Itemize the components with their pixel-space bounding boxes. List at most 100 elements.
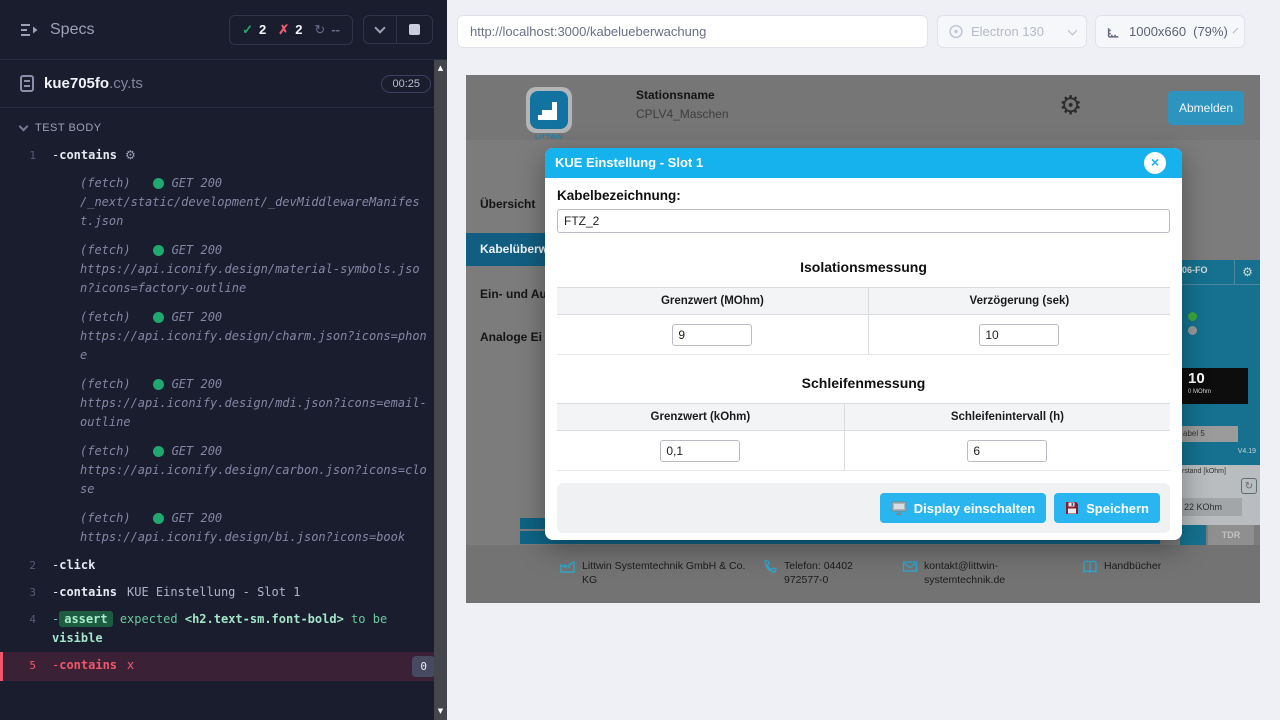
manuals-link[interactable]: Handbücher (1104, 559, 1161, 574)
monitor-icon (891, 501, 907, 515)
save-button[interactable]: Speichern (1054, 493, 1160, 523)
tdr-button[interactable]: TDR (1208, 525, 1254, 545)
loop-interval-cell (844, 431, 1170, 471)
modal-title: KUE Einstellung - Slot 1 (545, 148, 1182, 178)
phone-number: Telefon: 04402 972577-0 (784, 559, 892, 587)
footer-phone: Telefon: 04402 972577-0 (762, 559, 892, 587)
iso-limit-input[interactable] (672, 324, 752, 346)
slot-button-fragment[interactable] (1180, 525, 1206, 545)
close-button[interactable]: × (1144, 152, 1166, 174)
logout-button[interactable]: Abmelden (1168, 91, 1244, 125)
footer-company: Littwin Systemtechnik GmbH & Co. KG (560, 559, 750, 587)
command-name: click (59, 558, 95, 572)
assert-message: expected (120, 612, 178, 626)
phone-icon (762, 559, 778, 574)
specs-label[interactable]: Specs (50, 21, 94, 39)
spec-file-row[interactable]: kue705fo.cy.ts 00:25 (0, 60, 447, 108)
test-body-label: TEST BODY (35, 122, 102, 134)
fetch-status: GET 200 (172, 174, 223, 193)
command-row[interactable]: 3 -containsKUE Einstellung - Slot 1 (0, 579, 447, 606)
failed-command-row[interactable]: 5 -containsx0 (0, 652, 447, 681)
fetch-head: (fetch)GET 200 (80, 375, 433, 394)
footer-manuals[interactable]: Handbücher (1082, 559, 1161, 574)
command-argument: KUE Einstellung - Slot 1 (127, 585, 300, 599)
fetch-log[interactable]: (fetch)GET 200 https://api.iconify.desig… (0, 236, 447, 303)
loop-interval-input[interactable] (967, 440, 1047, 462)
refresh-button[interactable]: ↻ (1241, 478, 1257, 494)
resistance-label: rstand [kOhm] (1182, 468, 1226, 475)
command-number: 2 (0, 556, 52, 575)
command-row[interactable]: 1 -contains⚙ (0, 142, 447, 169)
chevron-down-icon (1068, 25, 1078, 35)
fetch-log[interactable]: (fetch)GET 200 /_next/static/development… (0, 169, 447, 236)
app-footer: Littwin Systemtechnik GmbH & Co. KG Tele… (466, 545, 1260, 603)
status-ok-icon (153, 245, 164, 256)
status-dot-green (1188, 312, 1197, 321)
run-controls (363, 15, 433, 44)
fetch-tag: (fetch) (80, 241, 131, 260)
email-address[interactable]: kontakt@littwin-systemtechnik.de (924, 559, 1016, 587)
spec-duration-badge: 00:25 (381, 75, 431, 93)
fetch-url: https://api.iconify.design/bi.json?icons… (80, 528, 433, 547)
scroll-up-icon[interactable]: ▲ (434, 64, 447, 72)
spec-name-ext: .cy.ts (109, 75, 143, 92)
fetch-status: GET 200 (172, 442, 223, 461)
cable-name-label: abel 5 (1180, 426, 1238, 442)
pending-count: -- (331, 22, 340, 37)
loop-limit-cell (557, 431, 844, 471)
fetch-url: https://api.iconify.design/material-symb… (80, 260, 433, 298)
url-input[interactable] (457, 15, 928, 48)
test-stats: ✓2 ✗2 ↻-- (229, 15, 353, 45)
cable-designation-label: Kabelbezeichnung: (557, 188, 1170, 203)
measurement-value: 10 (1188, 370, 1205, 387)
logo-badge (526, 87, 572, 133)
fetch-log[interactable]: (fetch)GET 200 https://api.iconify.desig… (0, 303, 447, 370)
viewport-selector[interactable]: 1000x660 (79%) (1095, 15, 1245, 48)
settings-gear-icon[interactable]: ⚙ (1059, 91, 1082, 121)
command-row[interactable]: 2 -click (0, 552, 447, 579)
reporter-scrollbar[interactable]: ▲ ▼ (434, 60, 447, 720)
fetch-tag: (fetch) (80, 308, 131, 327)
browser-selector[interactable]: Electron 130 (937, 15, 1087, 48)
command-name: contains (59, 148, 117, 162)
sidebar-item-analoge-eingaenge[interactable]: Analoge Ei (480, 330, 542, 344)
assert-body: -assert expected <h2.text-sm.font-bold> … (52, 610, 435, 648)
fetch-log[interactable]: (fetch)GET 200 https://api.iconify.desig… (0, 437, 447, 504)
slot-card-partial: 06-FO ⚙ 10 0 MOhm abel 5 V4.19 rstand [k… (1180, 260, 1260, 545)
fetch-url: https://api.iconify.design/mdi.json?icon… (80, 394, 433, 432)
isolation-section-heading: Isolationsmessung (557, 259, 1170, 275)
fetch-status: GET 200 (172, 308, 223, 327)
loop-section-heading: Schleifenmessung (557, 375, 1170, 391)
status-ok-icon (153, 379, 164, 390)
viewport-size-label: 1000x660 (1129, 24, 1186, 39)
app-header: LITTWIN Stationsname CPLV4_Maschen ⚙ Abm… (466, 75, 1260, 140)
modal-body: Kabelbezeichnung: Isolationsmessung Gren… (545, 178, 1182, 471)
fetch-log[interactable]: (fetch)GET 200 https://api.iconify.desig… (0, 370, 447, 437)
specs-menu-icon[interactable] (20, 23, 40, 37)
stop-button[interactable] (396, 16, 432, 43)
test-body-header[interactable]: TEST BODY (0, 108, 447, 142)
assert-row[interactable]: 4 -assert expected <h2.text-sm.font-bold… (0, 606, 447, 652)
slot-settings-button[interactable]: ⚙ (1234, 260, 1260, 284)
command-log: 1 -contains⚙ (fetch)GET 200 /_next/stati… (0, 142, 447, 681)
stop-icon (409, 24, 420, 35)
cypress-reporter-panel: Specs ✓2 ✗2 ↻-- kue705fo.cy.ts 00:25 TES… (0, 0, 447, 720)
sidebar-item-ein-und-ausgaenge[interactable]: Ein- und Au (480, 287, 547, 301)
fetch-head: (fetch)GET 200 (80, 442, 433, 461)
sidebar-item-uebersicht[interactable]: Übersicht (480, 197, 535, 211)
collapse-button[interactable] (364, 16, 396, 43)
command-name: contains (59, 585, 117, 599)
status-ok-icon (153, 446, 164, 457)
command-number: 1 (0, 146, 52, 165)
refresh-icon: ↻ (1245, 481, 1253, 492)
company-name: Littwin Systemtechnik GmbH & Co. KG (582, 559, 750, 587)
display-on-button[interactable]: Display einschalten (880, 493, 1046, 523)
iso-delay-input[interactable] (979, 324, 1059, 346)
scroll-down-icon[interactable]: ▼ (434, 707, 447, 715)
assert-message: be (373, 612, 387, 626)
fetch-log[interactable]: (fetch)GET 200 https://api.iconify.desig… (0, 504, 447, 552)
loop-limit-input[interactable] (660, 440, 740, 462)
cable-designation-input[interactable] (557, 209, 1170, 233)
kue-settings-modal: KUE Einstellung - Slot 1 × Kabelbezeichn… (545, 148, 1182, 540)
command-number: 5 (3, 656, 52, 675)
